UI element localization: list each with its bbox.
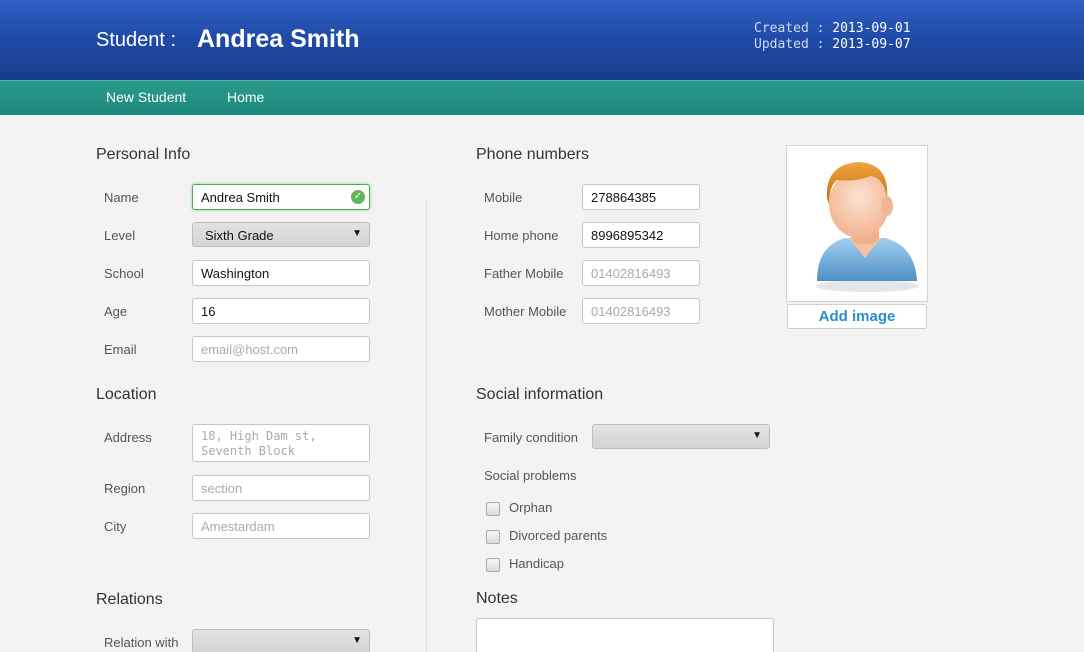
notes-textarea[interactable] — [476, 618, 774, 652]
handicap-checkbox[interactable] — [486, 558, 500, 572]
mobile-label: Mobile — [484, 190, 523, 205]
chevron-down-icon: ▼ — [752, 430, 762, 441]
father-mobile-label: Father Mobile — [484, 266, 564, 281]
location-title: Location — [96, 386, 157, 403]
updated-date: Updated : 2013-09-07 — [754, 37, 911, 52]
family-condition-select[interactable]: ▼ — [592, 424, 770, 449]
chevron-down-icon: ▼ — [352, 635, 362, 646]
handicap-label: Handicap — [509, 556, 564, 571]
orphan-checkbox[interactable] — [486, 502, 500, 516]
level-selected-value: Sixth Grade — [205, 228, 274, 243]
nav-new-student[interactable]: New Student — [106, 89, 186, 105]
city-label: City — [104, 519, 127, 534]
orphan-label: Orphan — [509, 500, 553, 515]
column-divider — [426, 200, 427, 652]
notes-title: Notes — [476, 590, 518, 607]
phone-numbers-title: Phone numbers — [476, 146, 589, 163]
student-title-label: Student : — [96, 29, 177, 51]
mother-mobile-input[interactable] — [582, 298, 700, 324]
nav-home[interactable]: Home — [227, 89, 264, 105]
name-label: Name — [104, 190, 139, 205]
level-select[interactable]: Sixth Grade ▼ — [192, 222, 370, 247]
name-input[interactable] — [192, 184, 370, 210]
created-date: Created : 2013-09-01 — [754, 21, 911, 36]
level-label: Level — [104, 228, 136, 243]
divorced-parents-checkbox[interactable] — [486, 530, 500, 544]
add-image-button[interactable]: Add image — [787, 304, 927, 329]
region-input[interactable] — [192, 475, 370, 501]
home-phone-input[interactable] — [582, 222, 700, 248]
address-label: Address — [104, 430, 152, 445]
email-label: Email — [104, 342, 137, 357]
student-photo — [786, 145, 928, 302]
region-label: Region — [104, 481, 146, 496]
family-condition-label: Family condition — [484, 430, 578, 445]
father-mobile-input[interactable] — [582, 260, 700, 286]
email-input[interactable] — [192, 336, 370, 362]
age-input[interactable] — [192, 298, 370, 324]
age-label: Age — [104, 304, 128, 319]
chevron-down-icon: ▼ — [352, 228, 362, 239]
personal-info-title: Personal Info — [96, 146, 191, 163]
relation-with-select[interactable]: ▼ — [192, 629, 370, 652]
home-phone-label: Home phone — [484, 228, 559, 243]
social-problems-label: Social problems — [484, 468, 577, 483]
address-textarea[interactable] — [192, 424, 370, 462]
user-avatar-icon — [815, 162, 919, 292]
social-info-title: Social information — [476, 386, 604, 403]
nav-bar: New Student Home — [0, 80, 1084, 115]
school-input[interactable] — [192, 260, 370, 286]
valid-check-icon: ✓ — [351, 190, 365, 204]
relations-title: Relations — [96, 591, 163, 608]
student-name-heading: Andrea Smith — [197, 25, 360, 53]
mother-mobile-label: Mother Mobile — [484, 304, 567, 319]
mobile-input[interactable] — [582, 184, 700, 210]
school-label: School — [104, 266, 144, 281]
page-header: Student : Andrea Smith Created : 2013-09… — [0, 0, 1084, 80]
divorced-parents-label: Divorced parents — [509, 528, 608, 543]
record-dates: Created : 2013-09-01 Updated : 2013-09-0… — [754, 21, 911, 53]
city-input[interactable] — [192, 513, 370, 539]
relation-with-label: Relation with — [104, 635, 179, 650]
